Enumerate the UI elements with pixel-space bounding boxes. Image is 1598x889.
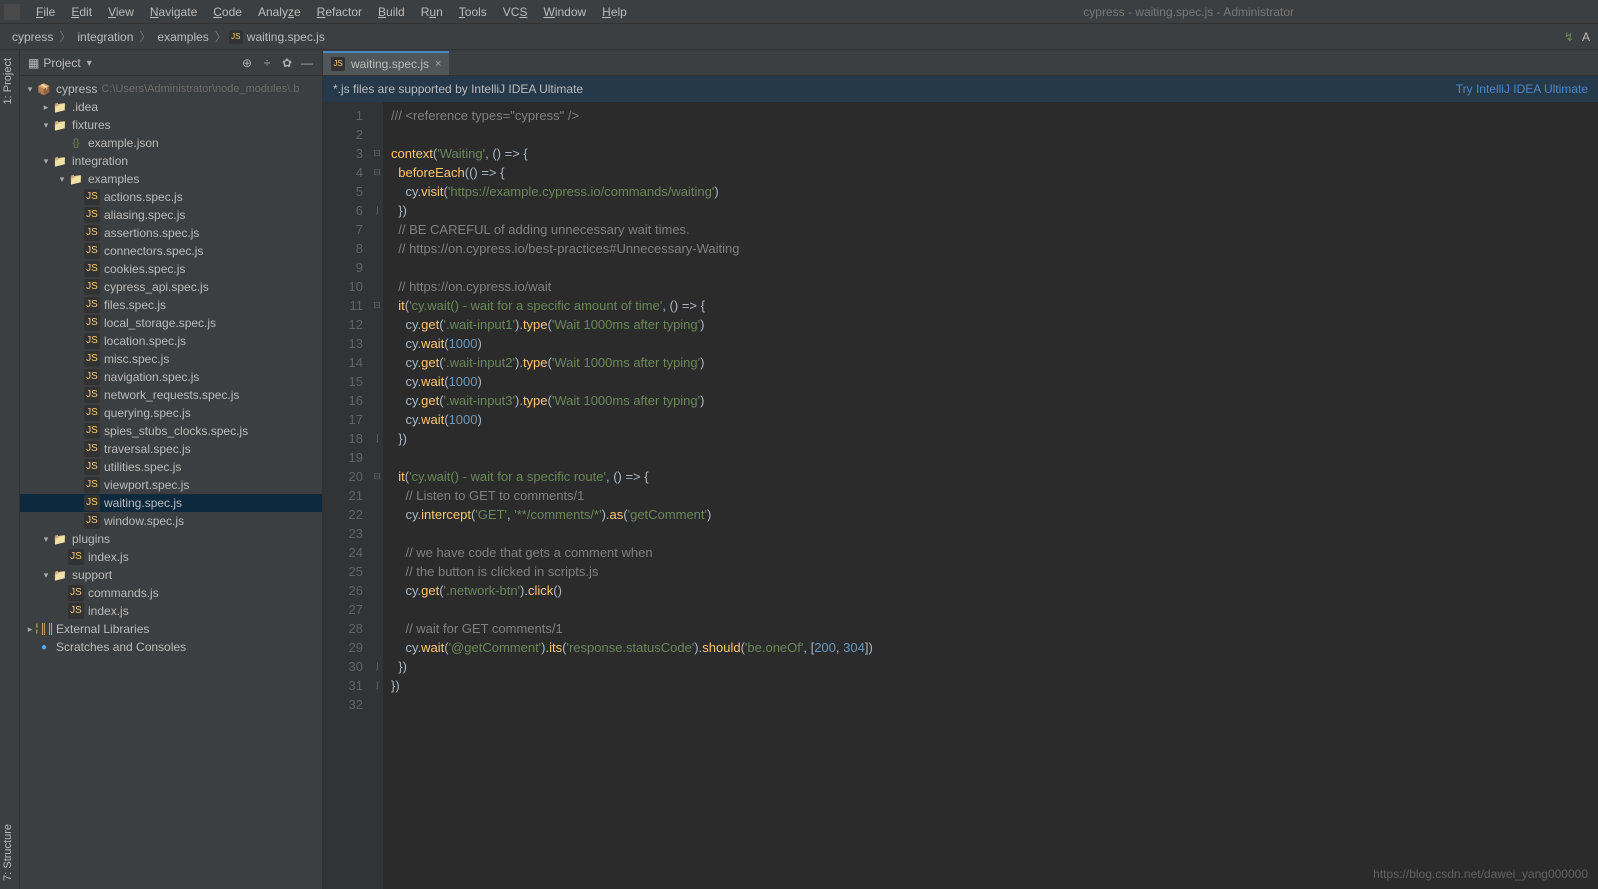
- app-logo-icon: [4, 4, 20, 20]
- fold-gutter[interactable]: ⊟⊟⌋⊟⌋⊟⌋⌋: [371, 102, 383, 889]
- tree-support[interactable]: ▾support: [20, 566, 322, 584]
- breadcrumb-integration[interactable]: integration: [73, 30, 137, 44]
- breadcrumb-root[interactable]: cypress: [8, 30, 57, 44]
- tree-support-commands[interactable]: commands.js: [20, 584, 322, 602]
- tree-scratches[interactable]: Scratches and Consoles: [20, 638, 322, 656]
- notification-text: *.js files are supported by IntelliJ IDE…: [333, 82, 583, 96]
- menu-view[interactable]: View: [100, 5, 142, 19]
- menu-help[interactable]: Help: [594, 5, 635, 19]
- close-tab-icon[interactable]: ×: [435, 58, 441, 70]
- js-icon: [331, 57, 345, 71]
- tree-file-aliasing-spec-js[interactable]: aliasing.spec.js: [20, 206, 322, 224]
- collapse-icon[interactable]: ÷: [260, 56, 274, 70]
- menu-build[interactable]: Build: [370, 5, 413, 19]
- tree-file-spies-stubs-clocks-spec-js[interactable]: spies_stubs_clocks.spec.js: [20, 422, 322, 440]
- tab-waiting-spec[interactable]: waiting.spec.js ×: [323, 51, 449, 75]
- tree-file-assertions-spec-js[interactable]: assertions.spec.js: [20, 224, 322, 242]
- tree-file-cookies-spec-js[interactable]: cookies.spec.js: [20, 260, 322, 278]
- locate-icon[interactable]: ⊕: [240, 56, 254, 70]
- menu-window[interactable]: Window: [535, 5, 594, 19]
- line-number-gutter: 1234567891011121314151617181920212223242…: [323, 102, 371, 889]
- menu-tools[interactable]: Tools: [451, 5, 495, 19]
- tree-file-misc-spec-js[interactable]: misc.spec.js: [20, 350, 322, 368]
- breadcrumb-sep: 〉: [57, 28, 73, 45]
- account-icon[interactable]: A: [1582, 30, 1590, 44]
- build-icon[interactable]: ↯: [1564, 30, 1574, 44]
- tree-examples[interactable]: ▾examples: [20, 170, 322, 188]
- tree-file-traversal-spec-js[interactable]: traversal.spec.js: [20, 440, 322, 458]
- menu-vcs[interactable]: VCS: [495, 5, 536, 19]
- breadcrumb-examples[interactable]: examples: [153, 30, 212, 44]
- tree-plugins[interactable]: ▾plugins: [20, 530, 322, 548]
- menu-code[interactable]: Code: [205, 5, 250, 19]
- menu-analyze[interactable]: Analyze: [250, 5, 309, 19]
- tree-file-files-spec-js[interactable]: files.spec.js: [20, 296, 322, 314]
- tree-file-utilities-spec-js[interactable]: utilities.spec.js: [20, 458, 322, 476]
- tree-example-json[interactable]: example.json: [20, 134, 322, 152]
- tree-file-local-storage-spec-js[interactable]: local_storage.spec.js: [20, 314, 322, 332]
- watermark: https://blog.csdn.net/dawei_yang000000: [1373, 867, 1588, 881]
- project-header: ▦ Project ▼ ⊕ ÷ ✿ —: [20, 50, 322, 76]
- menu-edit[interactable]: Edit: [63, 5, 100, 19]
- notification-bar: *.js files are supported by IntelliJ IDE…: [323, 76, 1598, 102]
- editor-area: waiting.spec.js × *.js files are support…: [323, 50, 1598, 889]
- tree-file-querying-spec-js[interactable]: querying.spec.js: [20, 404, 322, 422]
- menu-refactor[interactable]: Refactor: [309, 5, 370, 19]
- menu-file[interactable]: File: [28, 5, 63, 19]
- code-area[interactable]: 1234567891011121314151617181920212223242…: [323, 102, 1598, 889]
- settings-icon[interactable]: ✿: [280, 56, 294, 70]
- hide-icon[interactable]: —: [300, 56, 314, 70]
- tree-fixtures[interactable]: ▾fixtures: [20, 116, 322, 134]
- breadcrumb: cypress 〉 integration 〉 examples 〉 waiti…: [0, 24, 1598, 50]
- editor-tabs: waiting.spec.js ×: [323, 50, 1598, 76]
- tree-file-waiting-spec-js[interactable]: waiting.spec.js: [20, 494, 322, 512]
- tree-file-cypress-api-spec-js[interactable]: cypress_api.spec.js: [20, 278, 322, 296]
- breadcrumb-file[interactable]: waiting.spec.js: [243, 30, 329, 44]
- notification-link[interactable]: Try IntelliJ IDEA Ultimate: [1456, 82, 1588, 96]
- menu-run[interactable]: Run: [413, 5, 451, 19]
- breadcrumb-sep: 〉: [213, 28, 229, 45]
- tree-plugins-index[interactable]: index.js: [20, 548, 322, 566]
- menu-navigate[interactable]: Navigate: [142, 5, 205, 19]
- tree-integration[interactable]: ▾integration: [20, 152, 322, 170]
- tree-file-navigation-spec-js[interactable]: navigation.spec.js: [20, 368, 322, 386]
- tree-external-libraries[interactable]: ▸External Libraries: [20, 620, 322, 638]
- code-content[interactable]: /// <reference types="cypress" /> contex…: [383, 102, 1598, 889]
- tree-file-actions-spec-js[interactable]: actions.spec.js: [20, 188, 322, 206]
- js-icon: [229, 30, 243, 44]
- tree-support-index[interactable]: index.js: [20, 602, 322, 620]
- project-panel: ▦ Project ▼ ⊕ ÷ ✿ — ▾cypressC:\Users\Adm…: [20, 50, 323, 889]
- tree-file-connectors-spec-js[interactable]: connectors.spec.js: [20, 242, 322, 260]
- tree-file-viewport-spec-js[interactable]: viewport.spec.js: [20, 476, 322, 494]
- tool-structure-tab[interactable]: 7: Structure: [2, 824, 14, 881]
- window-title: cypress - waiting.spec.js - Administrato…: [1083, 5, 1594, 19]
- tree-file-window-spec-js[interactable]: window.spec.js: [20, 512, 322, 530]
- tree-idea[interactable]: ▸.idea: [20, 98, 322, 116]
- tool-project-tab[interactable]: 1: Project: [2, 58, 14, 104]
- tab-label: waiting.spec.js: [351, 57, 429, 71]
- left-tool-gutter: 1: Project 7: Structure: [0, 50, 20, 889]
- breadcrumb-sep: 〉: [137, 28, 153, 45]
- tree-file-network-requests-spec-js[interactable]: network_requests.spec.js: [20, 386, 322, 404]
- project-title[interactable]: Project: [43, 56, 80, 70]
- menu-bar: File Edit View Navigate Code Analyze Ref…: [0, 0, 1598, 24]
- dropdown-icon[interactable]: ▼: [85, 58, 94, 68]
- project-tree[interactable]: ▾cypressC:\Users\Administrator\node_modu…: [20, 76, 322, 889]
- tree-root[interactable]: ▾cypressC:\Users\Administrator\node_modu…: [20, 80, 322, 98]
- tree-file-location-spec-js[interactable]: location.spec.js: [20, 332, 322, 350]
- project-view-icon: ▦: [28, 56, 39, 70]
